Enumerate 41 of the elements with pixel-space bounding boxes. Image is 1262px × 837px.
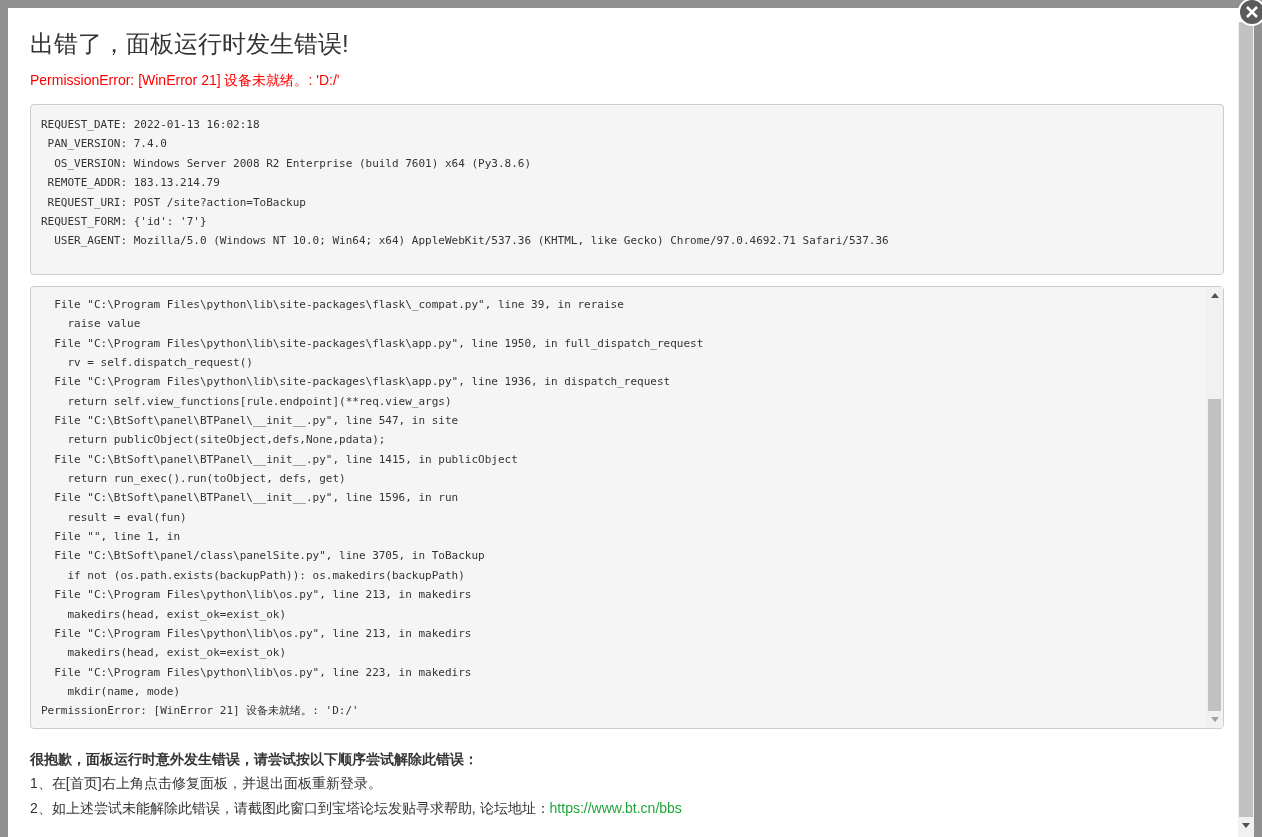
info-line: REQUEST_URI: POST /site?action=ToBackup <box>46 194 306 211</box>
info-line: REQUEST_DATE: 2022-01-13 16:02:18 <box>41 117 260 133</box>
scrollbar[interactable] <box>1206 287 1223 728</box>
traceback-line: result = eval(fun) <box>66 509 187 526</box>
error-message: PermissionError: [WinError 21] 设备未就绪。: 'D:/' <box>30 71 340 90</box>
traceback-line: File "C:\BtSoft\panel\BTPanel\__init__.py", line 1596, in run <box>53 490 459 507</box>
traceback-line: File "C:\BtSoft\panel\BTPanel\__init__.py", line 1415, in publicObject <box>53 451 518 468</box>
info-line: OS_VERSION: Windows Server 2008 R2 Enterprise (build 7601) x64 (Py3.8.6) <box>53 155 532 172</box>
info-line: USER_AGENT: Mozilla/5.0 (Windows NT 10.0; Win64; x64) AppleWebKit/537.36 (KHTML, like Gecko) Chrome/97.0.4692.71 Safari/537.36 <box>53 233 889 250</box>
close-button[interactable] <box>1238 0 1262 26</box>
close-icon <box>1246 6 1258 18</box>
info-line: REMOTE_ADDR: 183.13.214.79 <box>46 175 220 192</box>
traceback-line: File "C:\Program Files\python\lib\site-packages\flask\_compat.py", line 39, in reraise <box>53 297 624 313</box>
scrollbar-thumb[interactable] <box>1208 399 1221 711</box>
traceback-line: File "C:\Program Files\python\lib\site-packages\flask\app.py", line 1936, in dispatch_request <box>53 374 671 391</box>
scroll-up-icon[interactable] <box>1210 293 1219 298</box>
traceback-line: return publicObject(siteObject,defs,None,pdata); <box>66 432 386 449</box>
traceback-line: File "", line 1, in <box>53 529 181 546</box>
info-line: REQUEST_FORM: {'id': '7'} <box>41 214 207 231</box>
help-step: 1、在[首页]右上角点击修复面板，并退出面板重新登录。 <box>30 771 382 796</box>
info-line: PAN_VERSION: 7.4.0 <box>46 136 167 153</box>
traceback-line: File "C:\Program Files\python\lib\site-packages\flask\app.py", line 1950, in full_dispatch_request <box>53 335 704 352</box>
traceback-line: File "C:\BtSoft\panel\BTPanel\__init__.py", line 547, in site <box>53 413 459 430</box>
traceback-line: raise value <box>66 316 141 333</box>
traceback-line: makedirs(head, exist_ok=exist_ok) <box>66 606 287 623</box>
traceback-line: return self.view_functions[rule.endpoint](**req.view_args) <box>66 393 452 410</box>
traceback-line: File "C:\Program Files\python\lib\os.py", line 213, in makedirs <box>53 587 472 604</box>
traceback-line: return run_exec().run(toObject, defs, get) <box>66 471 346 488</box>
help-step: 2、如上述尝试未能解除此错误，请截图此窗口到宝塔论坛发贴寻求帮助, 论坛地址： <box>30 796 550 821</box>
dialog-title: 出错了，面板运行时发生错误! <box>30 29 349 59</box>
traceback-line: mkdir(name, mode) <box>66 683 181 700</box>
help-heading: 很抱歉，面板运行时意外发生错误，请尝试按以下顺序尝试解除此错误： <box>30 750 478 769</box>
traceback-line: File "C:\Program Files\python\lib\os.py", line 213, in makedirs <box>53 625 472 642</box>
traceback-line: PermissionError: [WinError 21] 设备未就绪。: 'D:/' <box>41 703 359 720</box>
traceback-line: File "C:\Program Files\python\lib\os.py", line 223, in makedirs <box>53 664 472 681</box>
traceback-line: File "C:\BtSoft\panel/class\panelSite.py", line 3705, in ToBackup <box>53 548 485 565</box>
traceback-line: rv = self.dispatch_request() <box>66 355 253 372</box>
scroll-down-icon[interactable] <box>1242 823 1250 828</box>
forum-link[interactable]: https://www.bt.cn/bbs <box>549 796 682 821</box>
traceback-line: makedirs(head, exist_ok=exist_ok) <box>66 645 287 662</box>
traceback-line: if not (os.path.exists(backupPath)): os.makedirs(backupPath) <box>66 567 465 584</box>
